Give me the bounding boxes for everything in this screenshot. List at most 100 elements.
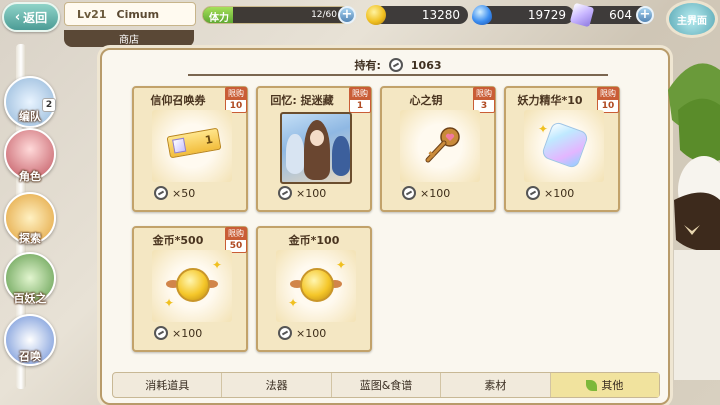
limit-label: 限购 [226,88,246,100]
mascot-illustration [668,63,720,380]
item-name: 回忆: 捉迷藏 [270,94,334,107]
player-level: Lv21 [77,7,107,21]
stamina-bar: 体力 12/60 [202,6,352,24]
price-value: ×100 [296,326,327,340]
top-bar: ‹ 返回 Lv21 Cimum 商店 体力 12/60 + 13280 1972… [0,0,720,47]
limit-label: 限购 [350,88,370,100]
ticket-count: 1 [203,132,214,147]
item-price: ×100 [154,326,202,340]
heart-key-icon [425,127,460,163]
gold-coin-icon [366,5,386,25]
limit-label: 限购 [598,88,618,100]
gold-coin-icon [300,268,334,302]
item-frame: 1 [152,110,232,182]
sparkle-icon: ✦ [164,296,175,310]
item-name: 妖力精华*10 [517,94,583,107]
sidebar-item-yokai-label: 百妖之 [13,292,47,305]
tab-label: 素材 [484,379,507,392]
shop-item-summon-ticket[interactable]: 信仰召唤券 限购 10 1 ×50 [132,86,248,212]
ticket-gem-icon [172,137,187,154]
back-button[interactable]: ‹ 返回 [2,2,60,32]
item-price: ×100 [278,186,326,200]
tab-blueprints-recipes[interactable]: 蓝图&食谱 [332,373,442,397]
item-name: 金币*100 [288,234,340,247]
shop-item-memory[interactable]: 回忆: 捉迷藏 限购 1 ×100 [256,86,372,212]
sidebar-item-summon-label: 召唤 [19,350,41,363]
price-value: ×100 [420,186,451,200]
holdings-label: 持有: [354,59,381,72]
shop-token-icon [526,186,540,200]
tab-materials[interactable]: 素材 [441,373,551,397]
back-label: 返回 [23,10,48,25]
currency-holdings: 持有: 1063 [188,56,608,76]
chevron-left-icon: ‹ [14,9,21,25]
tab-label: 法器 [265,379,288,392]
limit-label: 限购 [474,88,494,100]
home-label: 主界面 [677,15,707,27]
add-crystal-button[interactable]: + [636,6,654,24]
price-value: ×100 [296,186,327,200]
limit-label: 限购 [226,228,246,240]
shop-token-icon [278,186,292,200]
gem-display: 19729 [478,6,574,24]
item-price: ×100 [278,326,326,340]
shop-token-icon [388,58,403,72]
sparkle-icon: ✦ [212,258,223,272]
price-value: ×50 [172,186,196,200]
section-tab-shop: 商店 [64,30,194,47]
player-profile[interactable]: Lv21 Cimum [64,2,196,26]
tab-label: 其他 [601,379,624,392]
item-price: ×100 [526,186,574,200]
memory-card-art [280,112,352,184]
leaf-icon [586,379,598,391]
shop-item-heart-key[interactable]: 心之钥 限购 3 ×100 [380,86,496,212]
tab-label: 消耗道具 [145,379,190,392]
item-frame: ✦ ✦ [152,250,232,322]
player-name: Cimum [116,7,160,21]
sparkle-icon: ✦ [336,258,347,272]
shopkeeper-mascot [664,50,720,405]
sparkle-icon: ✦ [288,296,299,310]
item-price: ×100 [402,186,450,200]
tab-label: 蓝图&食谱 [359,379,413,392]
shop-item-gold-100[interactable]: 金币*100 ✦ ✦ ×100 [256,226,372,352]
art-character-right [332,136,350,176]
blue-gem-icon [472,5,492,25]
home-button[interactable]: 主界面 [666,0,718,38]
item-name: 金币*500 [152,234,204,247]
sidebar-item-character-label: 角色 [19,170,41,183]
limit-count: 1 [356,101,364,111]
category-tabs: 消耗道具 法器 蓝图&食谱 素材 其他 [112,372,660,398]
item-frame [400,110,480,182]
holdings-value: 1063 [410,58,442,72]
art-character-left [286,134,304,174]
shop-token-icon [278,326,292,340]
add-stamina-button[interactable]: + [338,6,356,24]
item-price: ×50 [154,186,195,200]
item-name: 信仰召唤券 [150,94,206,107]
stamina-value: 12/60 [311,10,337,20]
sparkle-icon: ✦ [538,122,549,136]
tab-artifacts[interactable]: 法器 [222,373,332,397]
item-frame: ✦ ✦ [276,250,356,322]
price-value: ×100 [544,186,575,200]
shop-item-gold-500[interactable]: 金币*500 限购 50 ✦ ✦ ×100 [132,226,248,352]
art-character-hair [304,120,330,180]
shop-token-icon [154,186,168,200]
item-frame: ✦ [524,110,604,182]
gold-display: 13280 [372,6,468,24]
tab-other[interactable]: 其他 [550,373,660,397]
shop-token-icon [154,326,168,340]
stamina-label: 体力 [209,13,229,24]
shop-token-icon [402,186,416,200]
art-character-face [310,130,324,146]
shop-item-essence[interactable]: 妖力精华*10 限购 10 ✦ ×100 [504,86,620,212]
limit-tag: 限购 1 [349,87,371,113]
sidebar-item-team-label: 编队 [19,110,41,123]
item-name: 心之钥 [409,94,443,107]
gold-coin-icon [176,268,210,302]
sidebar-item-explore-label: 探索 [19,232,41,245]
summon-ticket-icon: 1 [166,127,222,159]
tab-consumables[interactable]: 消耗道具 [113,373,223,397]
gold-value: 13280 [421,8,460,22]
